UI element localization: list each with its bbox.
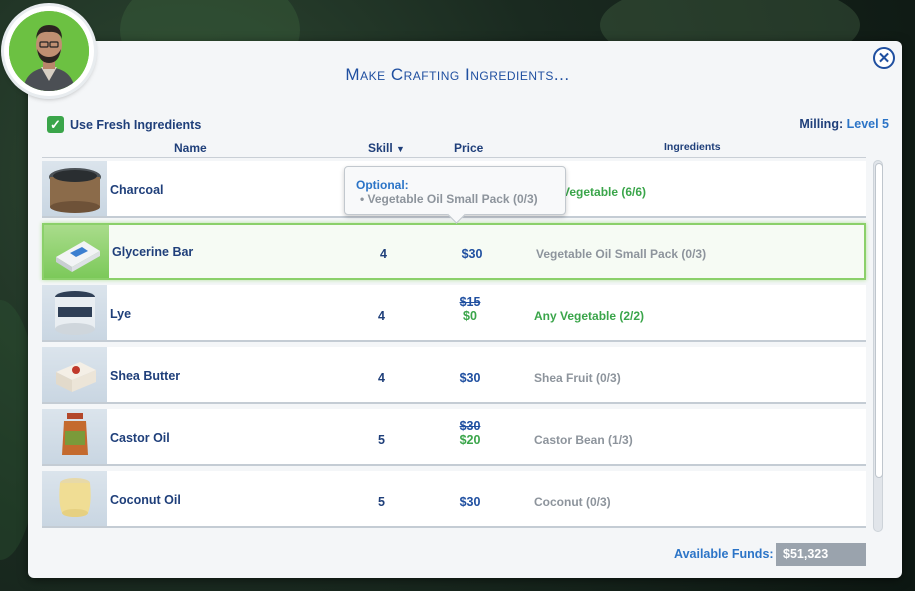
use-fresh-ingredients-toggle[interactable]: ✓ Use Fresh Ingredients xyxy=(47,116,201,133)
recipe-price-discounted: $20 xyxy=(459,433,481,447)
column-header-name[interactable]: Name xyxy=(174,141,207,155)
checkmark-icon[interactable]: ✓ xyxy=(47,116,64,133)
recipe-price: $30 xyxy=(459,371,481,385)
recipe-skill: 4 xyxy=(378,309,385,323)
use-fresh-label: Use Fresh Ingredients xyxy=(70,117,202,132)
available-funds-value: $51,323 xyxy=(776,543,866,566)
recipe-ingredients: Any Vegetable (2/2) xyxy=(534,309,645,323)
recipe-row-lye[interactable]: Lye 4 $15 $0 Any Vegetable (2/2) xyxy=(42,285,866,342)
recipe-price: $30 $20 xyxy=(454,419,486,455)
recipe-ingredients: Vegetable (6/6) xyxy=(562,185,647,199)
optional-ingredients-tooltip: Optional: • Vegetable Oil Small Pack (0/… xyxy=(344,166,566,215)
tooltip-item: • Vegetable Oil Small Pack (0/3) xyxy=(360,192,538,206)
column-header-price[interactable]: Price xyxy=(454,141,483,155)
recipe-skill: 5 xyxy=(378,433,385,447)
recipe-row-coconut-oil[interactable]: Coconut Oil 5 $30 Coconut (0/3) xyxy=(42,471,866,528)
charcoal-icon xyxy=(42,161,107,216)
column-header-skill[interactable]: Skill ▼ xyxy=(368,141,405,155)
recipe-name: Charcoal xyxy=(110,183,164,197)
milling-label: Milling: xyxy=(799,117,844,131)
milling-level-value: Level 5 xyxy=(846,117,889,131)
glycerine-bar-icon xyxy=(44,225,109,278)
dialog-title: Make Crafting Ingredients... xyxy=(345,65,570,84)
recipe-name: Glycerine Bar xyxy=(112,245,194,259)
sim-portrait-avatar[interactable] xyxy=(4,6,94,96)
recipe-row-glycerine-bar[interactable]: Glycerine Bar 4 $30 Vegetable Oil Small … xyxy=(42,223,866,280)
shea-butter-box-icon xyxy=(42,347,107,402)
recipe-ingredients: Vegetable Oil Small Pack (0/3) xyxy=(536,247,707,261)
castor-oil-bottle-icon xyxy=(42,409,107,464)
table-header: Name Skill ▼ Price Ingredients xyxy=(42,139,866,158)
recipe-ingredients: Coconut (0/3) xyxy=(534,495,611,509)
recipe-row-castor-oil[interactable]: Castor Oil 5 $30 $20 Castor Bean (1/3) xyxy=(42,409,866,466)
recipe-ingredients: Shea Fruit (0/3) xyxy=(534,371,621,385)
lye-jar-icon xyxy=(42,285,107,340)
recipe-skill: 4 xyxy=(380,247,387,261)
recipe-price: $30 xyxy=(459,495,481,509)
scrollbar-thumb[interactable] xyxy=(875,163,883,478)
recipe-name: Lye xyxy=(110,307,132,321)
sort-descending-icon: ▼ xyxy=(396,144,405,154)
list-scrollbar[interactable] xyxy=(873,160,883,532)
column-header-ingredients: Ingredients xyxy=(664,141,721,153)
recipe-name: Castor Oil xyxy=(110,431,170,445)
sim-portrait-icon xyxy=(9,11,89,91)
recipe-price: $30 xyxy=(461,247,483,261)
recipe-price-discounted: $0 xyxy=(463,309,477,323)
recipe-price-original: $15 xyxy=(459,295,481,309)
milling-skill-level: Milling: Level 5 xyxy=(799,117,889,131)
available-funds-label: Available Funds: xyxy=(674,547,774,561)
recipe-price: $15 $0 xyxy=(454,295,486,331)
recipe-skill: 4 xyxy=(378,371,385,385)
coconut-oil-jar-icon xyxy=(42,471,107,526)
recipe-name: Coconut Oil xyxy=(110,493,181,507)
recipe-skill: 5 xyxy=(378,495,385,509)
recipe-price-original: $30 xyxy=(459,419,481,433)
recipe-name: Shea Butter xyxy=(110,369,181,383)
recipe-ingredients: Castor Bean (1/3) xyxy=(534,433,633,447)
recipe-row-shea-butter[interactable]: Shea Butter 4 $30 Shea Fruit (0/3) xyxy=(42,347,866,404)
column-header-skill-label: Skill xyxy=(368,141,393,155)
tooltip-title: Optional: xyxy=(356,178,409,192)
